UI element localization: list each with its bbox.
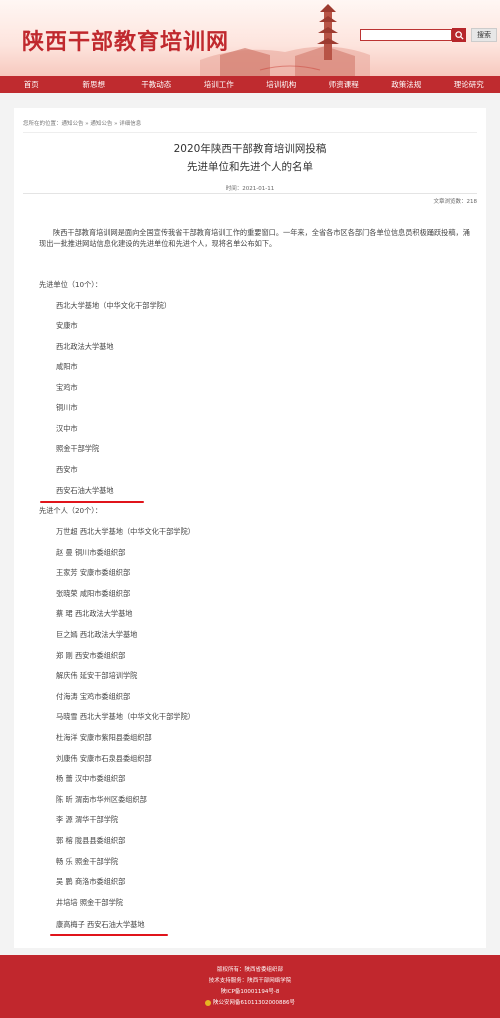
person-item: 郑 刚 西安市委组织部 — [56, 651, 126, 660]
footer-copyright: 版权所有：陕西省委组织部 — [216, 967, 283, 973]
person-item: 陈 昕 渭南市华州区委组织部 — [56, 795, 147, 804]
article-time: 时间：2021-01-11 — [225, 186, 275, 192]
person-item: 杨 蕾 汉中市委组织部 — [56, 774, 126, 783]
divider — [23, 132, 477, 133]
nav-item-news[interactable]: 干教动态 — [125, 76, 188, 93]
footer-police-text[interactable]: 陕公安网备61011302000886号 — [213, 1000, 295, 1006]
nav-item-home[interactable]: 首页 — [0, 76, 63, 93]
unit-item: 铜川市 — [56, 403, 78, 412]
police-badge-icon — [205, 999, 211, 1006]
site-header: 陕西干部教育培训网 搜索 — [0, 0, 500, 76]
nav-item-new-thought[interactable]: 新思想 — [63, 76, 126, 93]
search-button[interactable] — [452, 28, 466, 42]
search-text-button[interactable]: 搜索 — [471, 28, 497, 42]
footer-police-record[interactable]: 陕公安网备61011302000886号 — [0, 998, 500, 1006]
person-item: 解庆伟 延安干部培训学院 — [56, 671, 138, 680]
article-title-line2: 先进单位和先进个人的名单 — [187, 161, 313, 173]
person-item: 刘康伟 安康市石泉县委组织部 — [56, 754, 152, 763]
nav-item-theory[interactable]: 理论研究 — [438, 76, 500, 93]
person-item: 万世超 西北大学基地（中华文化干部学院） — [56, 527, 195, 536]
divider — [23, 193, 477, 194]
people-heading: 先进个人（20个）： — [39, 506, 103, 515]
unit-item: 宝鸡市 — [56, 383, 78, 392]
person-item: 畅 乐 照金干部学院 — [56, 857, 119, 866]
view-count: 文章浏览数：218 — [433, 199, 478, 205]
person-item: 井培培 照金干部学院 — [56, 898, 123, 907]
person-item: 马晓雪 西北大学基地（中华文化干部学院） — [56, 712, 195, 721]
article-card: 您所在的位置：通知公告 » 通知公告 » 详细信息 2020年陕西干部教育培训网… — [14, 108, 486, 948]
nav-item-institutions[interactable]: 培训机构 — [250, 76, 313, 93]
breadcrumb[interactable]: 您所在的位置：通知公告 » 通知公告 » 详细信息 — [23, 119, 141, 127]
footer-icp[interactable]: 陕ICP备10001194号-8 — [0, 987, 500, 995]
site-footer: 版权所有：陕西省委组织部 技术支持服务：陕西干部网络学院 陕ICP备100011… — [0, 955, 500, 1018]
person-item: 杜海洋 安康市紫阳县委组织部 — [56, 733, 152, 742]
person-item: 王家芳 安康市委组织部 — [56, 568, 131, 577]
person-item: 郭 榕 陇县县委组织部 — [56, 836, 126, 845]
person-item: 吴 鹏 商洛市委组织部 — [56, 877, 126, 886]
search-icon — [454, 30, 464, 40]
nav-item-training-work[interactable]: 培训工作 — [188, 76, 251, 93]
main-nav: 首页 新思想 干教动态 培训工作 培训机构 师资课程 政策法规 理论研究 — [0, 76, 500, 93]
unit-item: 照金干部学院 — [56, 444, 100, 453]
unit-item: 西安市 — [56, 465, 78, 474]
unit-item: 西安石油大学基地 — [56, 486, 114, 495]
person-item: 蔡 珺 西北政法大学基地 — [56, 609, 133, 618]
site-title[interactable]: 陕西干部教育培训网 — [22, 24, 229, 56]
nav-item-teachers-courses[interactable]: 师资课程 — [313, 76, 376, 93]
unit-item: 西北政法大学基地 — [56, 342, 114, 351]
footer-tech-support: 技术支持服务：陕西干部网络学院 — [208, 978, 292, 984]
unit-item: 安康市 — [56, 321, 78, 330]
pagoda-banner-image — [200, 4, 370, 76]
search-input[interactable] — [360, 29, 452, 41]
person-item: 付海涛 宝鸡市委组织部 — [56, 692, 131, 701]
unit-item: 咸阳市 — [56, 362, 78, 371]
article-title-line1: 2020年陕西干部教育培训网投稿 — [173, 143, 327, 155]
person-item: 赵 曼 铜川市委组织部 — [56, 548, 126, 557]
nav-item-policies[interactable]: 政策法规 — [375, 76, 438, 93]
person-item: 巨之嫣 西北政法大学基地 — [56, 630, 138, 639]
highlight-underline — [40, 501, 144, 503]
units-heading: 先进单位（10个）： — [39, 280, 103, 289]
unit-item: 西北大学基地（中华文化干部学院） — [56, 301, 172, 310]
article-intro: 陕西干部教育培训网是面向全国宣传我省干部教育培训工作的重要窗口。一年来，全省各市… — [39, 228, 470, 248]
highlight-underline — [50, 934, 168, 936]
person-item: 张晓荣 咸阳市委组织部 — [56, 589, 131, 598]
unit-item: 汉中市 — [56, 424, 78, 433]
person-item: 李 源 渭华干部学院 — [56, 815, 119, 824]
person-item: 康高梅子 西安石油大学基地 — [56, 920, 145, 929]
